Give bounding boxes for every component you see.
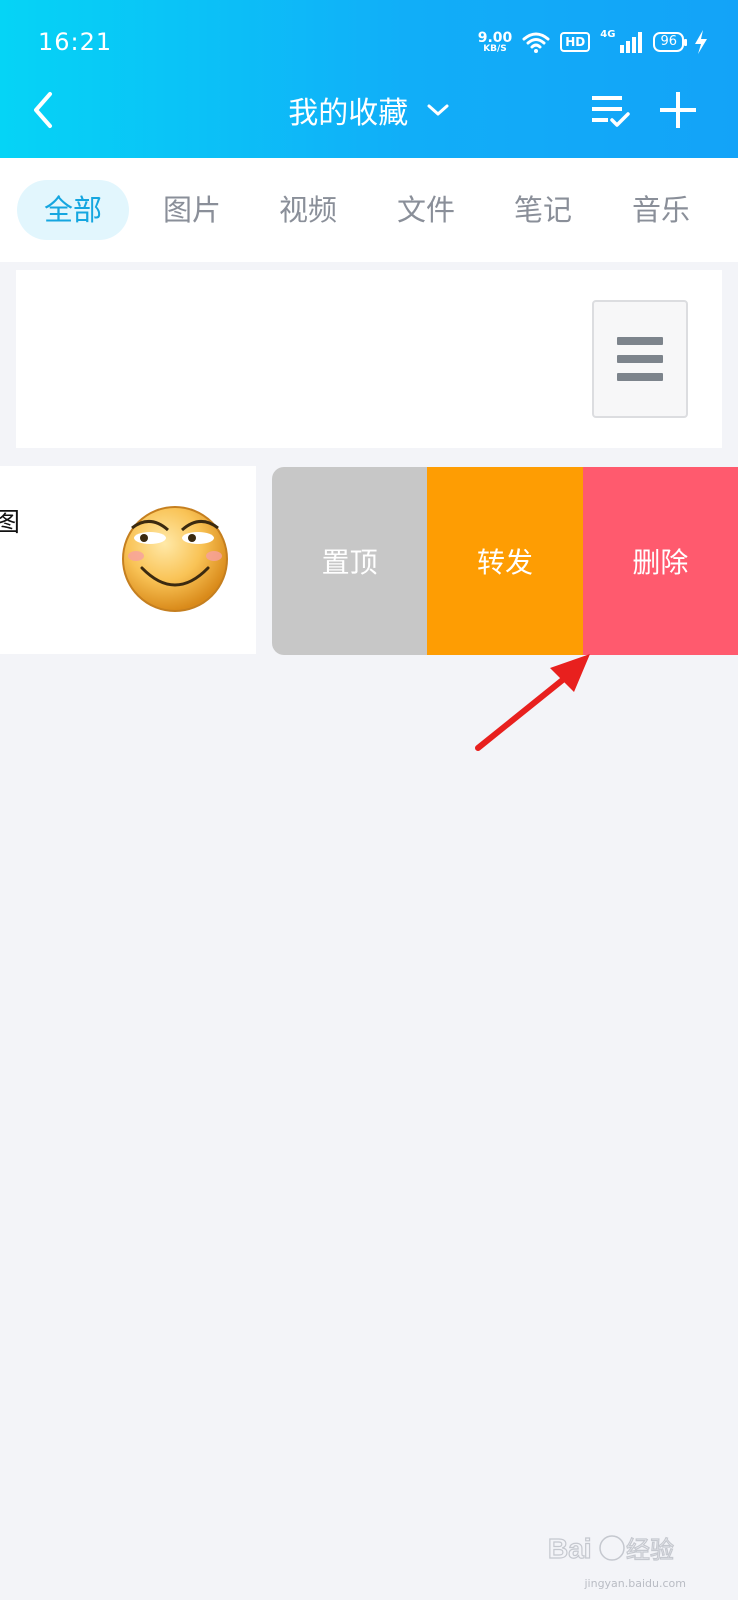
app-header: 16:21 9.00 KB/S HD 4G 96 我的收藏 bbox=[0, 0, 738, 158]
forward-button[interactable]: 转发 bbox=[427, 467, 583, 655]
favorite-item-swiped[interactable]: 图 bbox=[0, 466, 256, 654]
tab-images[interactable]: 图片 bbox=[136, 180, 248, 240]
status-time: 16:21 bbox=[38, 28, 113, 56]
batch-select-icon[interactable] bbox=[590, 90, 630, 130]
item-text: 图 bbox=[0, 508, 21, 538]
net-speed-unit: KB/S bbox=[483, 43, 507, 54]
chevron-down-icon bbox=[427, 104, 449, 116]
signal-label: 4G bbox=[600, 28, 616, 40]
baidu-watermark-logo: Bai 经验 bbox=[547, 1532, 674, 1564]
smiley-emoji-image bbox=[122, 506, 228, 612]
svg-text:Bai: Bai bbox=[548, 1533, 592, 1564]
add-icon[interactable] bbox=[658, 90, 698, 130]
menu-line bbox=[617, 337, 663, 345]
signal-icon bbox=[620, 32, 643, 53]
tab-files[interactable]: 文件 bbox=[370, 180, 482, 240]
tab-videos[interactable]: 视频 bbox=[252, 180, 364, 240]
page-title: 我的收藏 bbox=[288, 96, 409, 131]
swipe-actions: 置顶 转发 删除 bbox=[272, 467, 738, 655]
svg-text:经验: 经验 bbox=[626, 1537, 674, 1564]
status-icons: 9.00 KB/S HD 4G 96 bbox=[478, 28, 708, 54]
pin-button[interactable]: 置顶 bbox=[272, 467, 428, 655]
hd-badge: HD bbox=[560, 32, 591, 52]
category-tabs: 全部 图片 视频 文件 笔记 音乐 bbox=[0, 158, 738, 262]
menu-line bbox=[617, 355, 663, 363]
tab-notes[interactable]: 笔记 bbox=[487, 180, 599, 240]
wifi-icon bbox=[522, 32, 550, 53]
net-speed-indicator: 9.00 KB/S bbox=[478, 31, 513, 54]
red-arrow-annotation bbox=[475, 654, 590, 751]
menu-line bbox=[617, 373, 663, 381]
favorite-item-card[interactable] bbox=[16, 270, 722, 448]
watermark-url: jingyan.baidu.com bbox=[584, 1577, 686, 1590]
net-speed-value: 9.00 bbox=[477, 29, 513, 46]
charging-icon bbox=[695, 30, 707, 54]
tab-music[interactable]: 音乐 bbox=[605, 180, 717, 240]
battery-icon: 96 bbox=[653, 32, 687, 52]
tab-all[interactable]: 全部 bbox=[17, 180, 129, 240]
delete-button[interactable]: 删除 bbox=[582, 467, 738, 655]
document-thumbnail bbox=[592, 300, 688, 418]
